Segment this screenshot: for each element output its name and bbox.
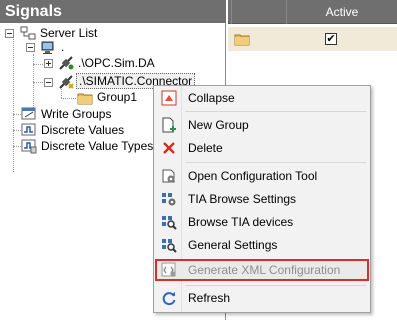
new-group-icon <box>161 117 177 133</box>
menu-item-open-configuration-tool[interactable]: Open Configuration Tool <box>156 165 368 187</box>
discrete-values-icon <box>21 122 37 138</box>
general-settings-icon <box>161 237 177 253</box>
tree-root[interactable]: . <box>61 39 64 55</box>
connector-plug-error-icon <box>58 74 74 90</box>
browse-tia-devices-icon <box>161 214 177 230</box>
menu-item-collapse[interactable]: Collapse <box>156 87 368 109</box>
panel-title: Signals <box>0 0 226 23</box>
tree-discrete-values[interactable]: Discrete Values <box>41 122 124 138</box>
context-menu: Collapse New Group Delete Open Configura… <box>153 85 371 313</box>
simatic-expander[interactable] <box>44 78 53 87</box>
connector-plug-icon <box>58 55 74 71</box>
discrete-value-types-icon <box>21 138 37 154</box>
menu-item-general-settings[interactable]: General Settings <box>156 234 368 256</box>
tia-browse-settings-icon <box>161 191 177 207</box>
xml-configuration-icon <box>161 262 177 278</box>
tree-opc-sim-da[interactable]: .\OPC.Sim.DA <box>78 55 155 71</box>
menu-item-generate-xml-configuration[interactable]: Generate XML Configuration <box>155 259 369 281</box>
table-row[interactable]: ✔ <box>228 27 397 51</box>
server-list-icon <box>20 25 36 41</box>
menu-item-new-group[interactable]: New Group <box>156 114 368 136</box>
menu-item-tia-browse-settings[interactable]: TIA Browse Settings <box>156 188 368 210</box>
computer-icon <box>40 40 56 56</box>
menu-item-delete[interactable]: Delete <box>156 137 368 159</box>
delete-icon <box>161 140 177 156</box>
opc-sim-expander[interactable] <box>44 59 53 68</box>
grid-header: Active <box>228 0 397 24</box>
menu-item-refresh[interactable]: Refresh <box>156 287 368 309</box>
tree-server-list[interactable]: Server List <box>40 25 97 41</box>
write-groups-icon <box>21 106 37 122</box>
folder-icon <box>77 90 93 106</box>
configuration-tool-icon <box>161 168 177 184</box>
column-header-active[interactable]: Active <box>286 0 397 24</box>
folder-icon <box>234 31 250 47</box>
menu-item-browse-tia-devices[interactable]: Browse TIA devices <box>156 211 368 233</box>
active-checkbox[interactable]: ✔ <box>325 33 337 45</box>
server-list-expander[interactable] <box>5 29 14 38</box>
tree-write-groups[interactable]: Write Groups <box>41 106 111 122</box>
tree-discrete-value-types[interactable]: Discrete Value Types <box>41 138 153 154</box>
refresh-icon <box>161 290 177 306</box>
tree-group1[interactable]: Group1 <box>97 89 137 105</box>
root-expander[interactable] <box>26 43 35 52</box>
collapse-icon <box>161 90 177 106</box>
